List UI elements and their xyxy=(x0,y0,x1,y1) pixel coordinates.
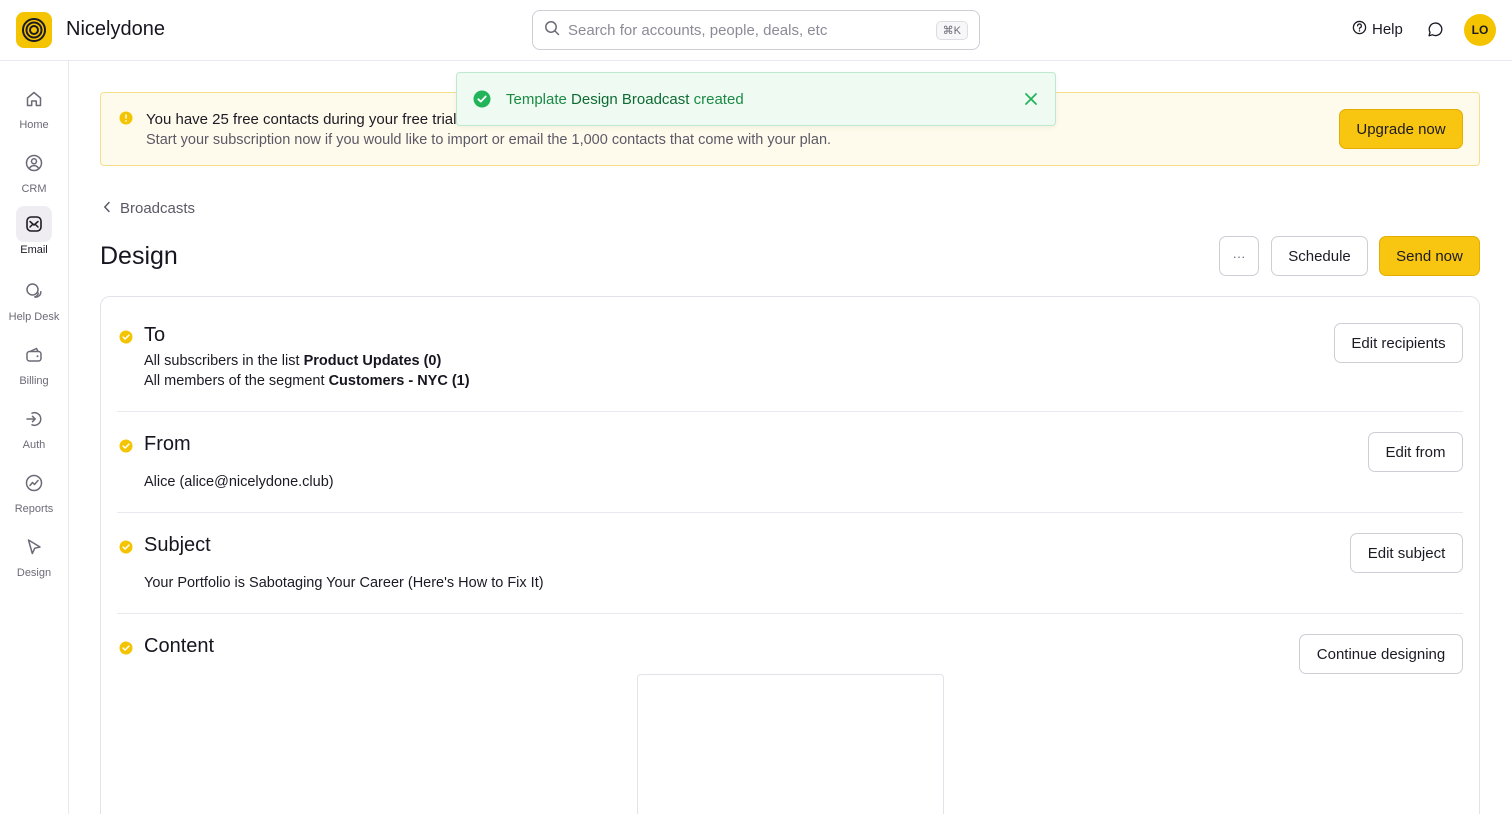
edit-from-button[interactable]: Edit from xyxy=(1368,432,1463,472)
sidebar-item-help-desk[interactable]: Help Desk xyxy=(0,273,68,333)
more-options-button[interactable]: ··· xyxy=(1219,236,1259,276)
user-circle-icon xyxy=(16,145,52,181)
sidebar-item-email[interactable]: Email xyxy=(0,206,68,266)
help-circle-icon xyxy=(1352,20,1367,39)
check-circle-icon xyxy=(473,90,491,113)
from-value: Alice (alice@nicelydone.club) xyxy=(144,474,334,490)
sidebar-item-label: Auth xyxy=(22,439,46,451)
help-label: Help xyxy=(1372,21,1403,38)
sidebar-item-billing[interactable]: Billing xyxy=(0,337,68,397)
sidebar-item-label: Design xyxy=(16,567,52,579)
sidebar-item-home[interactable]: Home xyxy=(0,81,68,141)
wallet-icon xyxy=(16,337,52,373)
toast-suffix: created xyxy=(693,91,744,108)
sidebar-item-design[interactable]: Design xyxy=(0,529,68,589)
chat-icon[interactable] xyxy=(1427,21,1444,43)
recipients-segment-value: Customers - NYC (1) xyxy=(328,373,470,389)
recipients-list-prefix: All subscribers in the list xyxy=(144,353,300,369)
sidebar-item-crm[interactable]: CRM xyxy=(0,145,68,205)
search-bar[interactable]: ⌘K xyxy=(532,10,980,50)
banner-title: You have 25 free contacts during your fr… xyxy=(146,111,457,128)
app-name: Nicelydone xyxy=(66,18,165,40)
sidebar-item-label: Help Desk xyxy=(8,311,60,323)
info-icon xyxy=(119,111,133,130)
breadcrumb[interactable]: Broadcasts xyxy=(102,200,195,217)
banner-subtitle: Start your subscription now if you would… xyxy=(146,132,832,148)
search-input[interactable] xyxy=(568,21,936,39)
check-circle-icon xyxy=(119,330,133,344)
section-title: Subject xyxy=(144,534,211,556)
subject-value: Your Portfolio is Sabotaging Your Career… xyxy=(144,575,544,591)
check-circle-icon xyxy=(119,641,133,655)
search-icon xyxy=(544,20,560,41)
continue-designing-button[interactable]: Continue designing xyxy=(1299,634,1463,674)
home-icon xyxy=(16,81,52,117)
recipients-segment-line: All members of the segment Customers - N… xyxy=(144,373,470,389)
toast-template-name: Design Broadcast xyxy=(571,91,690,108)
send-now-button[interactable]: Send now xyxy=(1379,236,1480,276)
recipients-list-value: Product Updates (0) xyxy=(303,353,442,369)
section-title: Content xyxy=(144,635,215,657)
chart-circle-icon xyxy=(16,465,52,501)
toast-prefix: Template xyxy=(506,91,567,108)
success-toast: Template Design Broadcast created xyxy=(456,72,1056,126)
close-icon[interactable] xyxy=(1023,91,1039,110)
section-to: To All subscribers in the list Product U… xyxy=(117,297,1463,412)
recipients-segment-prefix: All members of the segment xyxy=(144,373,325,389)
avatar[interactable]: LO xyxy=(1464,14,1496,46)
top-bar: Nicelydone ⌘K Help LO xyxy=(0,0,1512,61)
cursor-icon xyxy=(16,529,52,565)
page-title: Design xyxy=(100,242,178,270)
check-circle-icon xyxy=(119,439,133,453)
section-from: From Alice (alice@nicelydone.club) Edit … xyxy=(117,412,1463,513)
breadcrumb-broadcasts[interactable]: Broadcasts xyxy=(120,200,195,217)
sidebar-item-label: Billing xyxy=(19,375,49,387)
email-content-preview[interactable] xyxy=(637,674,944,814)
help-link[interactable]: Help xyxy=(1352,20,1403,39)
sidebar-item-label: Email xyxy=(20,244,48,256)
upgrade-now-button[interactable]: Upgrade now xyxy=(1339,109,1463,149)
section-title: From xyxy=(144,433,191,455)
logo-icon[interactable] xyxy=(16,12,52,48)
sidebar-item-label: Reports xyxy=(14,503,54,515)
sidebar: Home CRM Email Help Desk Billing Auth Re… xyxy=(0,61,69,814)
sidebar-item-reports[interactable]: Reports xyxy=(0,465,68,525)
section-subject: Subject Your Portfolio is Sabotaging You… xyxy=(117,513,1463,614)
sidebar-item-label: Home xyxy=(19,119,49,131)
check-circle-icon xyxy=(119,540,133,554)
sidebar-item-auth[interactable]: Auth xyxy=(0,401,68,461)
schedule-button[interactable]: Schedule xyxy=(1271,236,1368,276)
login-arrow-icon xyxy=(16,401,52,437)
chat-bubbles-icon xyxy=(16,273,52,309)
recipients-list-line: All subscribers in the list Product Upda… xyxy=(144,353,441,369)
chevron-left-icon xyxy=(102,200,112,217)
edit-recipients-button[interactable]: Edit recipients xyxy=(1334,323,1463,363)
edit-subject-button[interactable]: Edit subject xyxy=(1350,533,1463,573)
section-title: To xyxy=(144,324,166,346)
broadcast-summary-card: To All subscribers in the list Product U… xyxy=(100,296,1480,814)
mail-icon xyxy=(16,206,52,242)
toast-message: Template Design Broadcast created xyxy=(506,91,744,108)
search-shortcut: ⌘K xyxy=(935,20,968,40)
sidebar-item-label: CRM xyxy=(21,183,47,195)
